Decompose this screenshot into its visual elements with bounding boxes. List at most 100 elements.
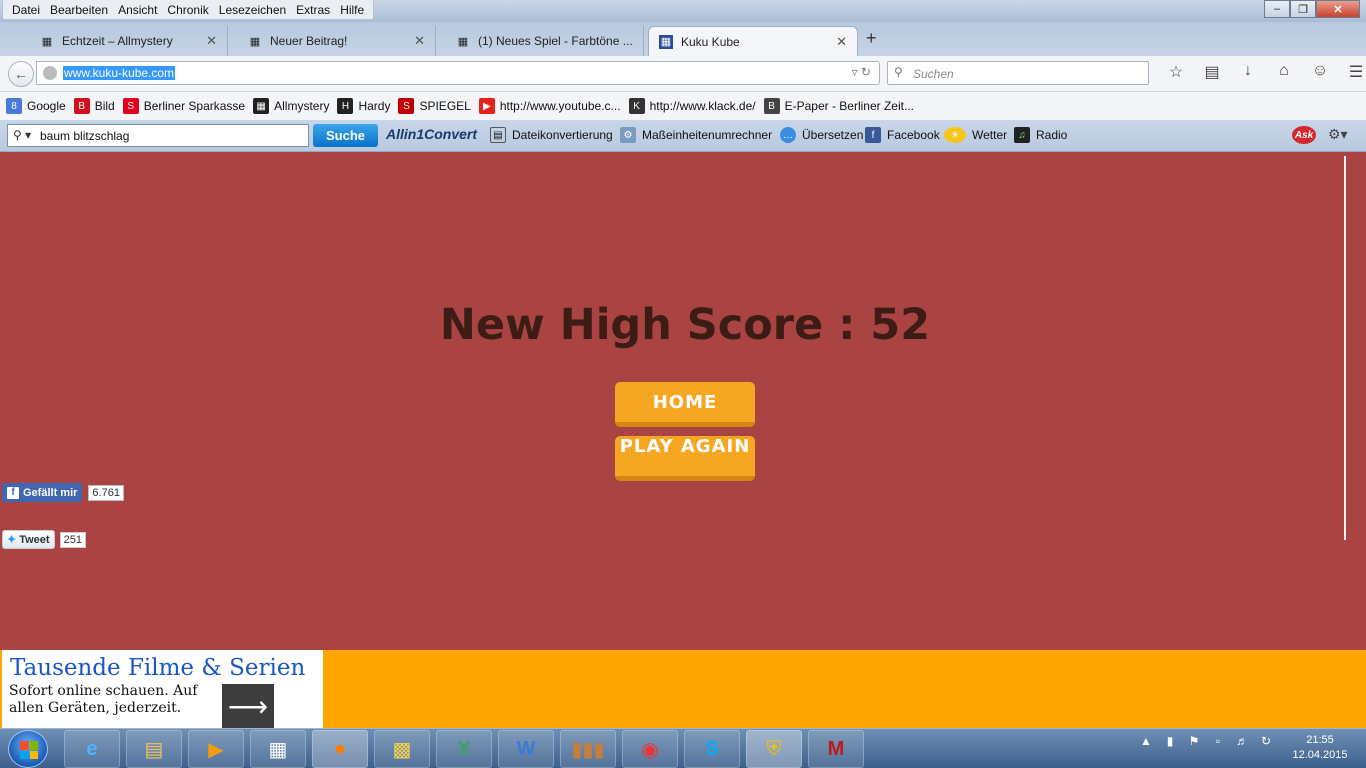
bild-icon: B	[73, 98, 90, 114]
toolbar-item-label: Maßeinheitenumrechner	[642, 128, 773, 142]
toolbar-uebersetzen[interactable]: … Übersetzen	[780, 127, 863, 143]
chevron-up-icon[interactable]: ▲	[1134, 734, 1158, 748]
signal-icon[interactable]: ▫	[1206, 734, 1230, 748]
tab-kuku-kube[interactable]: ▦ Kuku Kube ✕	[648, 26, 858, 56]
word-icon[interactable]: W	[498, 730, 554, 768]
toolbar-masseinheiten[interactable]: ⚙ Maßeinheitenumrechner	[620, 127, 772, 143]
search-input[interactable]: ⚲ Suchen	[887, 61, 1149, 85]
facebook-icon: f	[7, 486, 19, 499]
tab-echtzeit[interactable]: ▦ Echtzeit – Allmystery ✕	[30, 26, 228, 56]
units-icon: ⚙	[620, 127, 636, 143]
menu-extras[interactable]: Extras	[291, 3, 335, 17]
bookmark-label: E-Paper - Berliner Zeit...	[784, 99, 914, 113]
internet-explorer-icon[interactable]: e	[64, 730, 120, 768]
volume-icon[interactable]: ♬	[1230, 734, 1254, 748]
bookmarks-list-icon[interactable]: ▤	[1194, 62, 1230, 82]
library-icon[interactable]: ▮▮▮	[560, 730, 616, 768]
chrome-icon[interactable]: ◉	[622, 730, 678, 768]
facebook-like-widget: f Gefällt mir 6.761	[2, 483, 124, 502]
menu-ansicht[interactable]: Ansicht	[113, 3, 162, 17]
toolbar-search-input[interactable]: ⚲ ▾ baum blitzschlag	[7, 124, 309, 147]
excel-icon[interactable]: X	[436, 730, 492, 768]
bookmark-star-icon[interactable]: ☆	[1158, 62, 1194, 82]
bookmark-google[interactable]: 8 Google	[6, 98, 66, 114]
flag-icon[interactable]: ⚑	[1182, 734, 1206, 748]
ad-title[interactable]: Tausende Filme & Serien	[10, 655, 305, 681]
sync-icon[interactable]: ↻	[1254, 734, 1278, 748]
menu-bearbeiten[interactable]: Bearbeiten	[45, 3, 113, 17]
device-icon[interactable]: ▮	[1158, 734, 1182, 748]
ask-icon[interactable]: Ask	[1292, 126, 1316, 144]
media-player-icon[interactable]: ▶	[188, 730, 244, 768]
menu-datei[interactable]: Datei	[7, 3, 45, 17]
tab-neuer-beitrag[interactable]: ▦ Neuer Beitrag! ✕	[238, 26, 436, 56]
start-button[interactable]	[8, 730, 48, 768]
play-again-button[interactable]: PLAY AGAIN	[615, 436, 755, 481]
menu-hilfe[interactable]: Hilfe	[335, 3, 369, 17]
file-convert-icon: ▤	[490, 127, 506, 143]
window-controls: – ❐ ✕	[1264, 0, 1360, 18]
firefox-icon[interactable]: ●	[312, 730, 368, 768]
bookmark-klack[interactable]: Khttp://www.klack.de/	[628, 98, 756, 114]
bookmark-label: Bild	[94, 99, 115, 113]
ad-box[interactable]: Tausende Filme & Serien Sofort online sc…	[2, 650, 323, 728]
windows-logo-icon	[20, 741, 38, 759]
clock[interactable]: 21:55 12.04.2015	[1290, 733, 1350, 763]
close-icon[interactable]: ✕	[836, 34, 847, 50]
home-icon[interactable]: ⌂	[1266, 62, 1302, 82]
bookmark-bild[interactable]: B Bild	[73, 98, 115, 114]
allmystery-icon: ▦	[41, 35, 53, 48]
toolbar-item-label: Facebook	[887, 128, 940, 142]
bookmark-hardy[interactable]: H Hardy	[337, 98, 390, 114]
new-tab-button[interactable]: +	[866, 28, 877, 49]
search-placeholder: Suchen	[913, 67, 954, 81]
translate-icon: …	[780, 127, 796, 143]
high-score-heading: New High Score : 52	[439, 300, 931, 350]
tab-strip: ▦ Echtzeit – Allmystery ✕ ▦ Neuer Beitra…	[0, 22, 1366, 56]
close-icon[interactable]: ✕	[206, 33, 217, 49]
network-icon[interactable]: ▦	[250, 730, 306, 768]
explorer-icon[interactable]: ▤	[126, 730, 182, 768]
bookmark-youtube[interactable]: ▶ http://www.youtube.c...	[478, 98, 621, 114]
chat-icon[interactable]: ☺	[1302, 62, 1338, 82]
bookmark-label: Hardy	[358, 99, 391, 113]
toolbar-search-button[interactable]: Suche	[313, 124, 378, 147]
maximize-button[interactable]: ❐	[1290, 0, 1316, 18]
menu-icon[interactable]: ☰	[1338, 62, 1366, 82]
paint-icon[interactable]: ▩	[374, 730, 430, 768]
facebook-like-button[interactable]: f Gefällt mir	[2, 483, 83, 502]
tools-icon[interactable]: ⚙▾	[1328, 126, 1348, 143]
allin1convert-logo[interactable]: Allin1Convert	[386, 126, 477, 142]
reload-icon[interactable]: ▿ ↻	[852, 65, 871, 79]
tweet-button[interactable]: ✦ Tweet	[2, 530, 55, 549]
mcafee-icon[interactable]: M	[808, 730, 864, 768]
download-icon[interactable]: ↓	[1230, 62, 1266, 82]
home-button[interactable]: HOME	[615, 382, 755, 427]
skype-icon[interactable]: S	[684, 730, 740, 768]
shield-icon[interactable]: ⛨	[746, 730, 802, 768]
url-bar[interactable]: www.kuku-kube.com ▿ ↻	[36, 61, 880, 85]
hardy-icon: H	[337, 98, 354, 114]
clock-time: 21:55	[1306, 734, 1334, 746]
minimize-button[interactable]: –	[1264, 0, 1290, 18]
bookmark-berliner-zeitung[interactable]: B E-Paper - Berliner Zeit...	[763, 98, 914, 114]
toolbar-wetter[interactable]: ☀ Wetter	[944, 127, 1007, 143]
toolbar-radio[interactable]: ♫ Radio	[1014, 127, 1067, 143]
bookmark-sparkasse[interactable]: S Berliner Sparkasse	[122, 98, 245, 114]
klack-icon: K	[628, 98, 645, 114]
bookmark-allmystery[interactable]: ▦ Allmystery	[253, 98, 329, 114]
toolbar-dateikonvertierung[interactable]: ▤ Dateikonvertierung	[490, 127, 613, 143]
close-icon[interactable]: ✕	[414, 33, 425, 49]
bookmark-spiegel[interactable]: S SPIEGEL	[398, 98, 471, 114]
tab-neues-spiel[interactable]: ▦ (1) Neues Spiel - Farbtöne ...	[446, 26, 644, 56]
nav-icons: ☆ ▤ ↓ ⌂ ☺ ☰	[1158, 62, 1366, 82]
arrow-right-icon[interactable]: ⟶	[222, 684, 274, 728]
url-text[interactable]: www.kuku-kube.com	[63, 66, 176, 80]
toolbar-facebook[interactable]: f Facebook	[865, 127, 940, 143]
menu-lesezeichen[interactable]: Lesezeichen	[214, 3, 291, 17]
back-button[interactable]: ←	[8, 61, 34, 87]
search-icon: ⚲	[894, 65, 903, 79]
close-window-button[interactable]: ✕	[1316, 0, 1360, 18]
menu-chronik[interactable]: Chronik	[162, 3, 213, 17]
bookmark-label: SPIEGEL	[419, 99, 471, 113]
